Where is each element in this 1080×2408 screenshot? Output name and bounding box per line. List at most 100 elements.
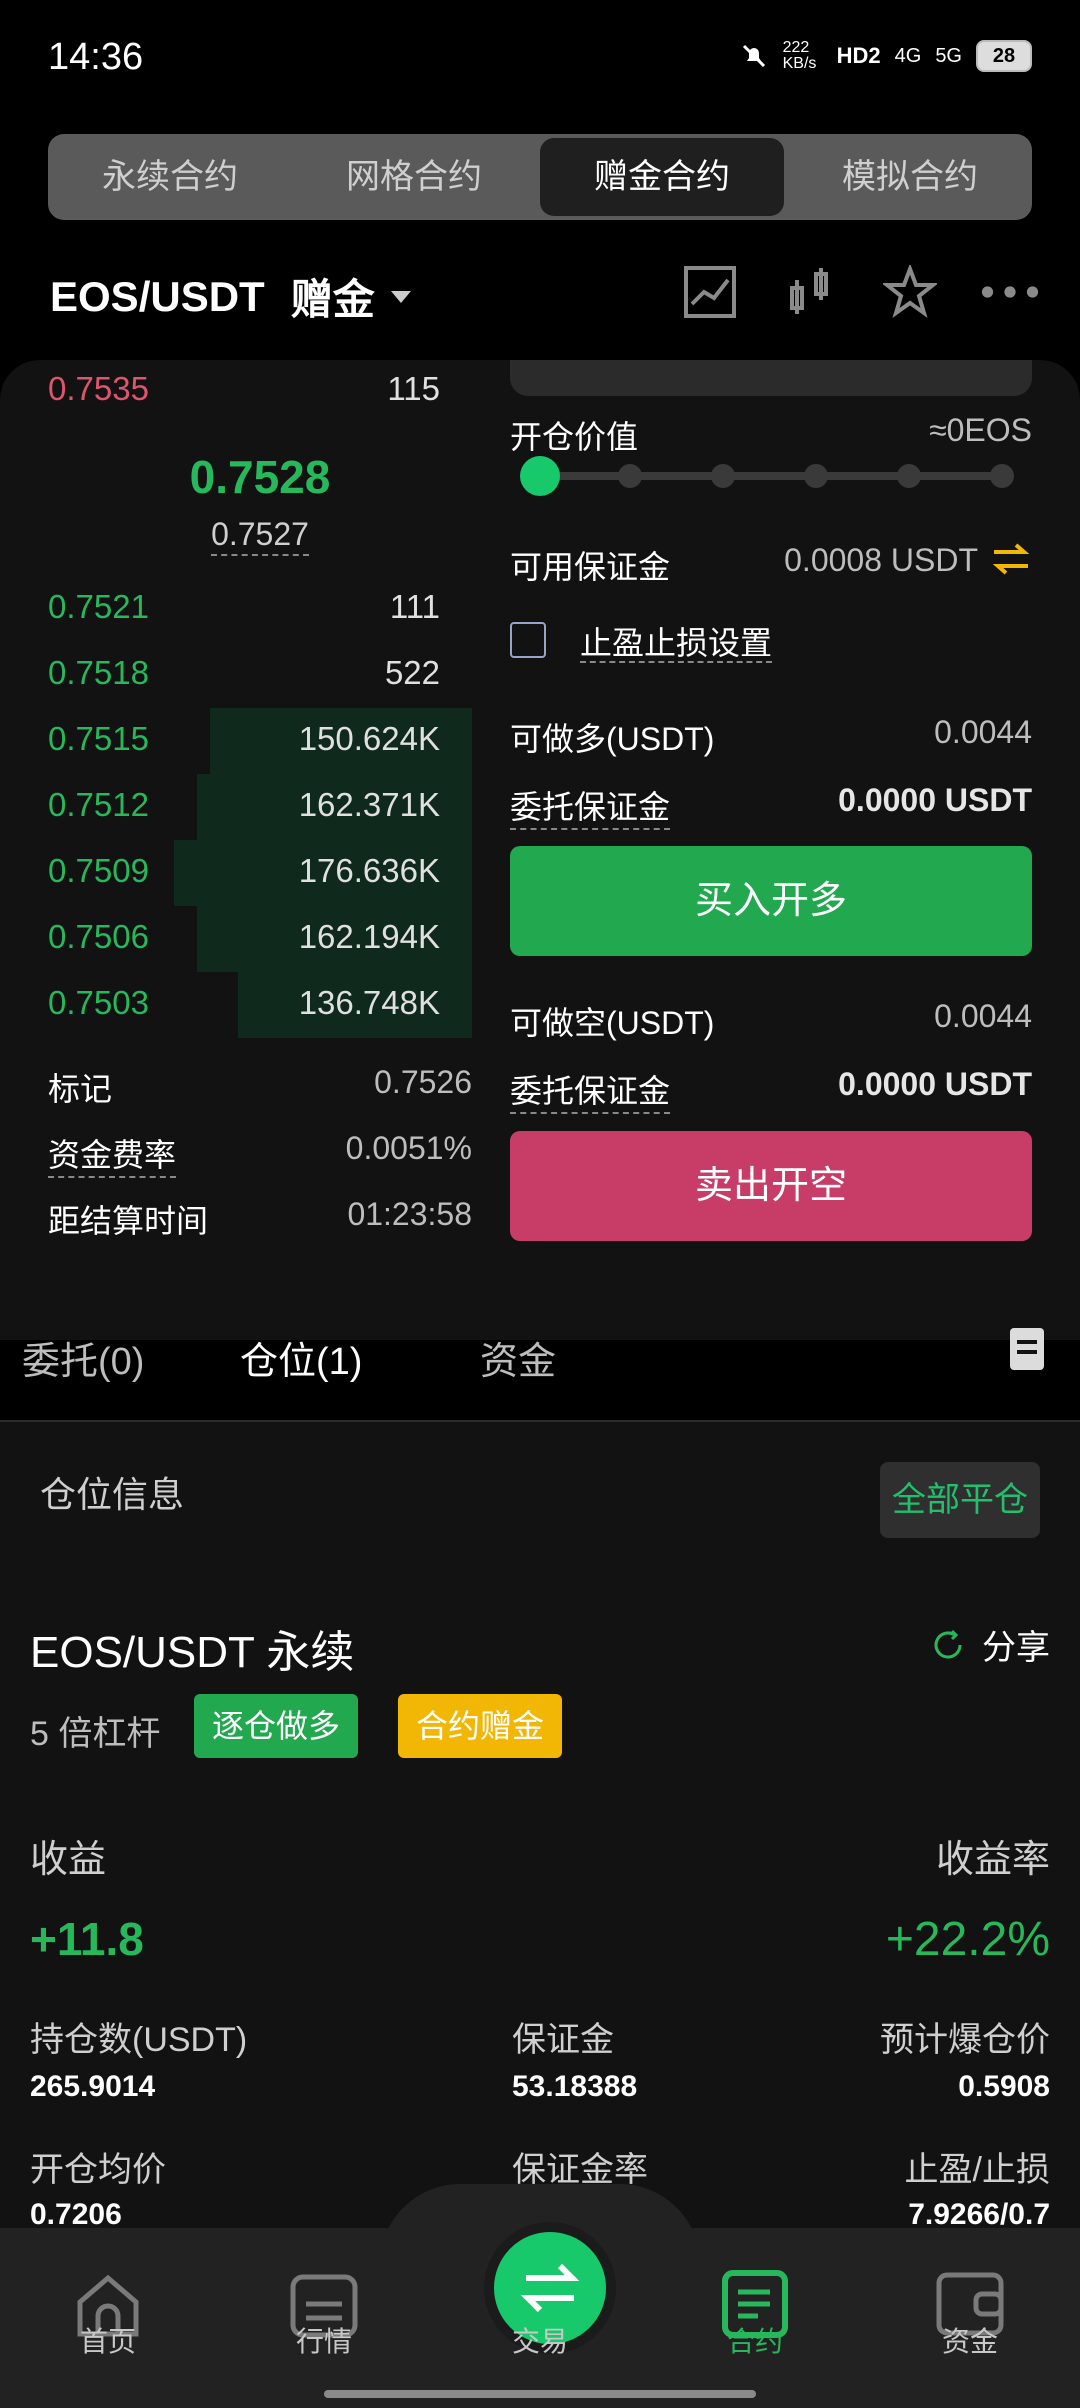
entry-value: 0.7206 — [30, 2198, 122, 2231]
bid-qty: 176.636K — [298, 852, 440, 889]
tpsl-checkbox[interactable] — [510, 622, 546, 658]
signal-4g-icon: 4G — [894, 44, 922, 67]
home-indicator — [324, 2390, 756, 2398]
short-margin-row: 委托保证金 0.0000 USDT — [510, 1066, 1032, 1114]
mark-price-row: 标记 0.7526 — [48, 1064, 472, 1107]
sell-short-button[interactable]: 卖出开空 — [510, 1131, 1032, 1241]
share-button[interactable]: 分享 — [930, 1620, 1050, 1669]
transfer-icon[interactable] — [990, 542, 1032, 576]
status-icons: 222 KB/s HD2 4G 5G 28 — [739, 40, 1032, 72]
bid-price: 0.7506 — [48, 918, 149, 955]
long-margin-row: 委托保证金 0.0000 USDT — [510, 782, 1032, 830]
bid-qty: 136.748K — [298, 984, 440, 1021]
swap-icon — [520, 2263, 580, 2313]
avail-margin-value: 0.0008 USDT — [784, 542, 978, 578]
tab-perpetual[interactable]: 永续合约 — [48, 134, 292, 220]
tab-grid[interactable]: 网格合约 — [292, 134, 536, 220]
price-input-edge[interactable] — [510, 360, 1032, 396]
bid-price: 0.7521 — [48, 588, 149, 625]
bid-price: 0.7509 — [48, 852, 149, 889]
bid-row[interactable]: 0.7506 162.194K — [48, 918, 440, 972]
slider-step — [990, 464, 1014, 488]
bid-row[interactable]: 0.7512 162.371K — [48, 786, 440, 840]
roe-label: 收益率 — [935, 1839, 1050, 1881]
close-all-button[interactable]: 全部平仓 — [880, 1462, 1040, 1538]
pnl-label: 收益 — [30, 1839, 107, 1881]
chart-icon[interactable] — [680, 262, 740, 322]
mark-label: 标记 — [48, 1071, 113, 1107]
open-value-row: 开仓价值 ≈0EOS — [510, 412, 1032, 455]
document-icon[interactable] — [1010, 1328, 1044, 1370]
battery-icon: 28 — [976, 40, 1032, 72]
net-speed: 222 KB/s — [782, 39, 817, 72]
slider-step — [618, 464, 642, 488]
tab-bonus[interactable]: 赠金合约 — [540, 138, 784, 216]
qty-value: 265.9014 — [30, 2070, 156, 2103]
entry-label: 开仓均价 — [30, 2151, 166, 2189]
open-value-label: 开仓价值 — [510, 419, 639, 455]
tpsl-link[interactable]: 止盈止损设置 — [580, 618, 773, 664]
index-price: 0.7527 — [48, 516, 472, 556]
bid-price: 0.7512 — [48, 786, 149, 823]
ask-price: 0.7535 — [48, 370, 149, 407]
bid-qty: 111 — [389, 588, 440, 625]
bonus-tag: 合约赠金 — [398, 1694, 563, 1758]
bid-row[interactable]: 0.7503 136.748K — [48, 984, 440, 1038]
bid-row[interactable]: 0.7515 150.624K — [48, 720, 440, 774]
settlement-row: 距结算时间 01:23:58 — [48, 1196, 472, 1239]
candlestick-icon[interactable] — [780, 262, 840, 322]
nav-contract[interactable]: 合约 — [685, 2320, 825, 2360]
short-label: 可做空(USDT) — [510, 1005, 715, 1041]
qty-label: 持仓数(USDT) — [30, 2021, 248, 2059]
bid-row[interactable]: 0.7509 176.636K — [48, 852, 440, 906]
pair-selector[interactable]: EOS/USDT 赠金 — [50, 266, 411, 327]
nav-home[interactable]: 首页 — [38, 2320, 178, 2360]
ask-row[interactable]: 0.7535 115 — [48, 370, 440, 424]
chevron-down-icon — [390, 290, 411, 303]
tpsl-position-label: 止盈/止损 — [904, 2151, 1050, 2189]
bid-row[interactable]: 0.7518 522 — [48, 654, 440, 708]
long-available-row: 可做多(USDT) 0.0044 — [510, 714, 1032, 757]
tab-orders[interactable]: 委托(0) — [22, 1330, 144, 1385]
bid-price: 0.7503 — [48, 984, 149, 1021]
nav-assets[interactable]: 资金 — [900, 2320, 1040, 2360]
margin-label: 保证金 — [512, 2021, 614, 2059]
short-margin-value: 0.0000 USDT — [838, 1066, 1032, 1102]
avail-margin-label: 可用保证金 — [510, 549, 671, 585]
tpsl-position-value: 7.9266/0.7 — [908, 2198, 1050, 2231]
buy-long-button[interactable]: 买入开多 — [510, 846, 1032, 956]
roe-value: +22.2% — [885, 1913, 1050, 1966]
position-name: EOS/USDT 永续 — [30, 1628, 355, 1677]
long-margin-value: 0.0000 USDT — [838, 782, 1032, 818]
more-icon[interactable] — [980, 262, 1040, 322]
star-icon[interactable] — [880, 262, 940, 322]
bid-qty: 162.194K — [298, 918, 440, 955]
tab-positions[interactable]: 仓位(1) — [240, 1330, 362, 1385]
tab-demo[interactable]: 模拟合约 — [788, 134, 1032, 220]
open-value: ≈0EOS — [929, 412, 1032, 448]
bid-price: 0.7515 — [48, 720, 149, 757]
slider-knob[interactable] — [520, 456, 560, 496]
nav-market[interactable]: 行情 — [254, 2320, 394, 2360]
leverage-slider[interactable] — [520, 456, 1014, 496]
long-margin-label: 委托保证金 — [510, 782, 671, 830]
position-section-title: 仓位信息 — [40, 1474, 185, 1515]
position-card — [0, 1422, 1080, 2252]
long-value: 0.0044 — [934, 714, 1032, 750]
nav-trade[interactable]: 交易 — [470, 2320, 610, 2360]
bid-qty: 522 — [384, 654, 440, 691]
liq-label: 预计爆仓价 — [880, 2021, 1050, 2059]
mark-value: 0.7526 — [374, 1064, 472, 1100]
mode-tag: 逐仓做多 — [194, 1694, 359, 1758]
tab-assets[interactable]: 资金 — [480, 1330, 556, 1385]
settle-value: 01:23:58 — [347, 1196, 472, 1232]
signal-5g-icon: 5G — [935, 44, 962, 67]
liq-value: 0.5908 — [958, 2070, 1050, 2103]
short-available-row: 可做空(USDT) 0.0044 — [510, 998, 1032, 1041]
hd-icon: HD2 — [836, 43, 881, 68]
funding-rate-row[interactable]: 资金费率 0.0051% — [48, 1130, 472, 1178]
share-icon — [934, 1629, 962, 1658]
slider-step — [897, 464, 921, 488]
bid-row[interactable]: 0.7521 111 — [48, 588, 440, 642]
leverage-label: 5 倍杠杆 — [30, 1715, 161, 1753]
